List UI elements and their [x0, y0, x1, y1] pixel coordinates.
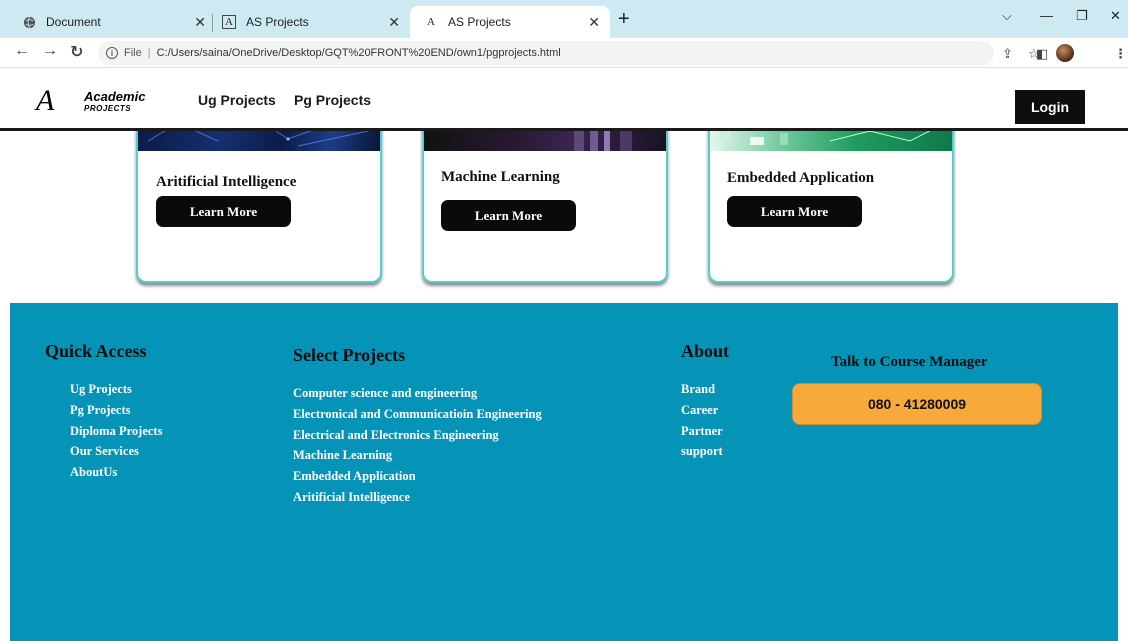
tab-title: AS Projects: [448, 15, 511, 29]
footer-link[interactable]: Computer science and engineering: [293, 383, 542, 404]
phone-number-button[interactable]: 080 - 41280009: [792, 383, 1042, 425]
footer-link[interactable]: Ug Projects: [70, 379, 162, 400]
footer-link[interactable]: Brand: [681, 379, 723, 400]
tab-search-icon[interactable]: ⌵: [1002, 8, 1012, 24]
globe-icon: [22, 15, 36, 29]
quick-access-list: Ug Projects Pg Projects Diploma Projects…: [70, 379, 162, 483]
new-tab-icon[interactable]: +: [618, 8, 630, 31]
restore-icon[interactable]: ❐: [1076, 8, 1088, 24]
browser-tab-active[interactable]: A AS Projects ✕: [410, 6, 610, 38]
tab-separator: [212, 14, 213, 32]
info-icon[interactable]: i: [106, 47, 118, 59]
footer-link[interactable]: Aritificial Intelligence: [293, 487, 542, 508]
menu-icon[interactable]: ⋮: [1114, 46, 1127, 62]
address-bar-row: ← → ↻ i File | C:/Users/saina/OneDrive/D…: [0, 38, 1128, 68]
learn-more-button[interactable]: Learn More: [156, 196, 291, 227]
about-heading: About: [681, 341, 730, 361]
close-tab-icon[interactable]: ✕: [388, 14, 400, 31]
back-icon[interactable]: ←: [14, 42, 30, 60]
project-card: Aritificial Intelligence Learn More: [136, 111, 382, 283]
close-window-icon[interactable]: ✕: [1110, 8, 1121, 24]
footer-link[interactable]: Embedded Application: [293, 466, 542, 487]
footer-link[interactable]: Career: [681, 400, 723, 421]
close-tab-icon[interactable]: ✕: [588, 14, 600, 31]
tab-title: AS Projects: [246, 15, 309, 29]
footer-link[interactable]: Electronical and Communicatioin Engineer…: [293, 404, 542, 425]
side-panel-icon[interactable]: ◧: [1036, 46, 1048, 62]
browser-tab-as-projects[interactable]: A AS Projects ✕: [216, 6, 410, 38]
footer-link[interactable]: AboutUs: [70, 462, 162, 483]
card-title: Machine Learning: [441, 169, 560, 185]
project-card: Machine Learning Learn More: [422, 111, 668, 283]
site-logo-icon: A: [427, 16, 435, 28]
close-tab-icon[interactable]: ✕: [194, 14, 206, 31]
share-icon[interactable]: ⇪: [1002, 46, 1013, 62]
quick-access-heading: Quick Access: [45, 341, 147, 361]
footer-link[interactable]: Electrical and Electronics Engineering: [293, 425, 542, 446]
site-logo[interactable]: A Academic PROJECTS: [36, 86, 176, 116]
login-button[interactable]: Login: [1015, 90, 1085, 124]
browser-tab-document[interactable]: Document ✕: [6, 6, 216, 38]
reload-icon[interactable]: ↻: [70, 42, 83, 62]
logo-subtext: PROJECTS: [84, 104, 132, 113]
nav-pg-projects[interactable]: Pg Projects: [294, 92, 371, 108]
minimize-icon[interactable]: —: [1040, 8, 1053, 23]
forward-icon[interactable]: →: [42, 42, 58, 60]
about-list: Brand Career Partner support: [681, 379, 723, 462]
page-viewport: Aritificial Intelligence Learn More Mach…: [0, 69, 1128, 641]
site-logo-icon: A: [222, 15, 236, 29]
nav-ug-projects[interactable]: Ug Projects: [198, 92, 276, 108]
page-right-edge: [1118, 69, 1128, 641]
footer-link[interactable]: Diploma Projects: [70, 421, 162, 442]
contact-heading: Talk to Course Manager: [831, 354, 988, 370]
footer-link[interactable]: Partner: [681, 421, 723, 442]
footer-link[interactable]: Our Services: [70, 441, 162, 462]
footer-link[interactable]: support: [681, 441, 723, 462]
url-field[interactable]: i File | C:/Users/saina/OneDrive/Desktop…: [98, 41, 994, 65]
select-projects-list: Computer science and engineering Electro…: [293, 383, 542, 508]
profile-avatar[interactable]: [1056, 44, 1074, 62]
site-header: A Academic PROJECTS Ug Projects Pg Proje…: [0, 69, 1128, 131]
footer-link[interactable]: Machine Learning: [293, 445, 542, 466]
card-title: Embedded Application: [727, 170, 875, 186]
url-text: C:/Users/saina/OneDrive/Desktop/GQT%20FR…: [156, 47, 561, 59]
logo-mark: A: [36, 84, 55, 117]
site-footer: Quick Access Ug Projects Pg Projects Dip…: [10, 303, 1118, 641]
footer-link[interactable]: Pg Projects: [70, 400, 162, 421]
project-cards-section: Aritificial Intelligence Learn More Mach…: [10, 111, 1118, 303]
learn-more-button[interactable]: Learn More: [441, 200, 576, 231]
tab-title: Document: [46, 15, 101, 29]
browser-tab-strip: Document ✕ A AS Projects ✕ A AS Projects…: [0, 0, 1128, 38]
scheme-label: File: [124, 47, 142, 59]
project-card: Embedded Application Learn More: [708, 111, 954, 283]
learn-more-button[interactable]: Learn More: [727, 196, 862, 227]
select-projects-heading: Select Projects: [293, 345, 406, 365]
card-title: Aritificial Intelligence: [156, 174, 297, 190]
logo-text: Academic: [84, 89, 146, 104]
url-separator: |: [147, 47, 151, 59]
